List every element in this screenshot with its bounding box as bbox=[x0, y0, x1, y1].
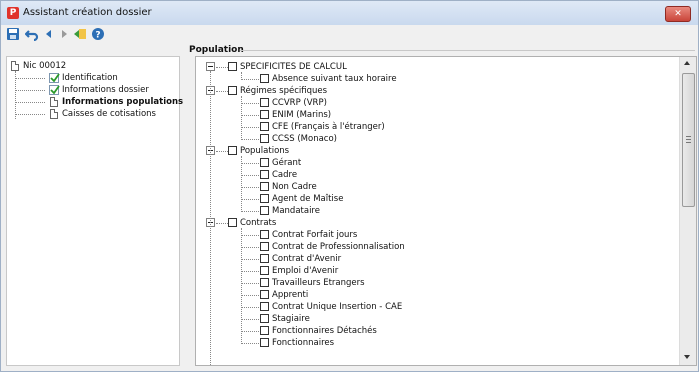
document-icon bbox=[11, 61, 19, 71]
item-checkbox[interactable] bbox=[260, 110, 269, 119]
vertical-scrollbar[interactable] bbox=[679, 57, 696, 365]
item-label: Fonctionnaires Détachés bbox=[272, 326, 377, 336]
item-checkbox[interactable] bbox=[260, 254, 269, 263]
back-icon[interactable] bbox=[42, 27, 58, 43]
group-checkbox[interactable] bbox=[228, 218, 237, 227]
item-label: Agent de Maîtise bbox=[272, 194, 344, 204]
tree-root-label: Nic 00012 bbox=[23, 61, 67, 71]
item-checkbox[interactable] bbox=[260, 194, 269, 203]
steps-tree: Nic 00012 Identification Informations do… bbox=[6, 56, 184, 366]
section-title: Population bbox=[189, 45, 244, 55]
group-label: Régimes spécifiques bbox=[240, 86, 328, 96]
svg-text:?: ? bbox=[95, 31, 100, 41]
toolbar: ? bbox=[1, 25, 698, 45]
item-label: Travailleurs Etrangers bbox=[272, 278, 365, 288]
step-label: Informations dossier bbox=[62, 85, 149, 95]
app-icon: P bbox=[7, 7, 19, 19]
item-label: Contrat Unique Insertion - CAE bbox=[272, 302, 403, 312]
item-label: Contrat Forfait jours bbox=[272, 230, 358, 240]
step-label: Informations populations bbox=[62, 97, 184, 107]
item-label: CCSS (Monaco) bbox=[272, 134, 337, 144]
item-checkbox[interactable] bbox=[260, 134, 269, 143]
window-title: Assistant création dossier bbox=[23, 7, 152, 18]
item-label: CCVRP (VRP) bbox=[272, 98, 327, 108]
group-checkbox[interactable] bbox=[228, 146, 237, 155]
item-label: Contrat d'Avenir bbox=[272, 254, 342, 264]
item-label: Apprenti bbox=[272, 290, 309, 300]
item-checkbox[interactable] bbox=[260, 338, 269, 347]
population-tree-panel: SPECIFICITES DE CALCUL Absence suivant ta… bbox=[195, 56, 697, 366]
item-checkbox[interactable] bbox=[260, 242, 269, 251]
item-checkbox[interactable] bbox=[260, 74, 269, 83]
item-checkbox[interactable] bbox=[260, 158, 269, 167]
group-label: SPECIFICITES DE CALCUL bbox=[240, 62, 347, 72]
item-checkbox[interactable] bbox=[260, 266, 269, 275]
item-checkbox[interactable] bbox=[260, 206, 269, 215]
item-checkbox[interactable] bbox=[260, 278, 269, 287]
step-label: Caisses de cotisations bbox=[62, 109, 156, 119]
title-bar: P Assistant création dossier ✕ bbox=[1, 1, 698, 25]
close-button[interactable]: ✕ bbox=[665, 6, 691, 22]
forward-icon[interactable] bbox=[57, 27, 73, 43]
finish-icon[interactable] bbox=[73, 27, 89, 43]
document-icon bbox=[50, 109, 58, 119]
section-divider bbox=[240, 50, 695, 51]
item-label: Mandataire bbox=[272, 206, 320, 216]
item-label: Fonctionnaires bbox=[272, 338, 335, 348]
group-checkbox[interactable] bbox=[228, 86, 237, 95]
undo-icon[interactable] bbox=[25, 27, 41, 43]
check-icon bbox=[49, 73, 60, 83]
item-label: Contrat de Professionnalisation bbox=[272, 242, 405, 252]
item-label: CFE (Français à l'étranger) bbox=[272, 122, 385, 132]
collapse-icon[interactable] bbox=[206, 62, 215, 71]
item-label: ENIM (Marins) bbox=[272, 110, 332, 120]
item-checkbox[interactable] bbox=[260, 98, 269, 107]
item-label: Gérant bbox=[272, 158, 302, 168]
help-icon[interactable]: ? bbox=[91, 27, 107, 43]
item-label: Emploi d'Avenir bbox=[272, 266, 339, 276]
assistant-window: P Assistant création dossier ✕ ? Nic 000… bbox=[0, 0, 699, 372]
item-checkbox[interactable] bbox=[260, 170, 269, 179]
save-icon[interactable] bbox=[6, 27, 22, 43]
scroll-up-arrow-icon[interactable] bbox=[684, 61, 690, 65]
check-icon bbox=[49, 85, 60, 95]
item-checkbox[interactable] bbox=[260, 314, 269, 323]
item-checkbox[interactable] bbox=[260, 290, 269, 299]
scroll-thumb[interactable] bbox=[682, 73, 695, 207]
item-checkbox[interactable] bbox=[260, 302, 269, 311]
group-label: Populations bbox=[240, 146, 290, 156]
group-label: Contrats bbox=[240, 218, 277, 228]
item-checkbox[interactable] bbox=[260, 326, 269, 335]
item-label: Stagiaire bbox=[272, 314, 310, 324]
scroll-down-arrow-icon[interactable] bbox=[684, 355, 690, 359]
item-checkbox[interactable] bbox=[260, 230, 269, 239]
item-label: Absence suivant taux horaire bbox=[272, 74, 397, 84]
document-icon bbox=[50, 97, 58, 107]
item-checkbox[interactable] bbox=[260, 182, 269, 191]
item-checkbox[interactable] bbox=[260, 122, 269, 131]
item-label: Non Cadre bbox=[272, 182, 317, 192]
group-checkbox[interactable] bbox=[228, 62, 237, 71]
step-label: Identification bbox=[62, 73, 118, 83]
item-label: Cadre bbox=[272, 170, 298, 180]
